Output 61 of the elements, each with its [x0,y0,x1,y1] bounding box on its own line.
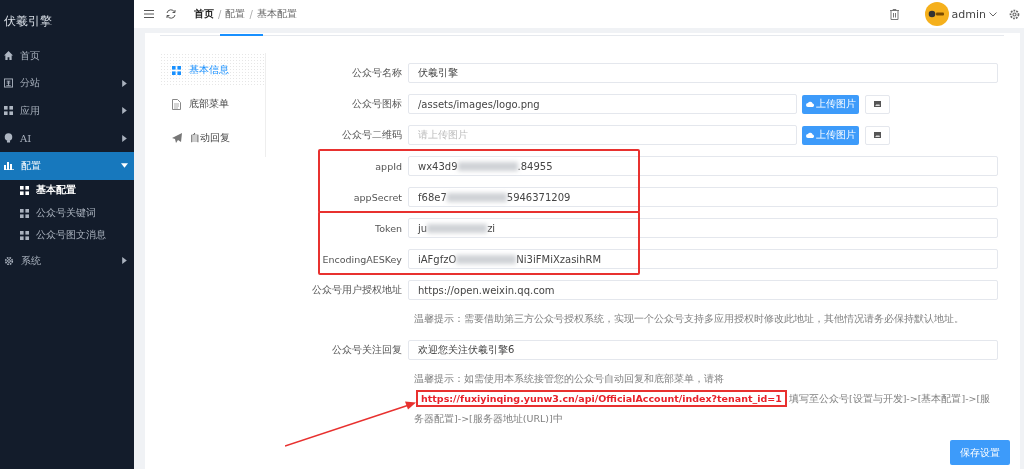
refresh-icon[interactable] [166,9,176,19]
avatar-icon[interactable] [924,2,949,26]
sidebar-item[interactable]: 首页 [0,42,134,70]
breadcrumb-link[interactable]: 配置 [225,7,246,21]
input-field[interactable]: https://open.weixin.qq.com [408,280,998,300]
input-field[interactable]: iAFgfzO Ni3iFMiXzasihRM [408,249,998,269]
cloud-icon [805,101,814,107]
image-icon [874,101,881,107]
grid-icon [20,208,29,218]
hint-text: 温馨提示：需要借助第三方公众号授权系统，实现一个公众号支持多应用授权时修改此地址，其他情况请务必保持默认地址。 [414,312,965,326]
side-tab[interactable]: 底部菜单 [160,87,265,121]
settings-icon[interactable] [1009,8,1020,20]
paper-plane-icon [172,133,182,143]
image-icon [874,132,881,138]
sidebar-item[interactable]: 分站 [0,69,134,97]
document-icon [172,98,181,110]
input-field[interactable]: /assets/images/logo.png [408,94,797,114]
building-icon [4,78,13,89]
chevron-down-icon[interactable] [989,11,997,17]
breadcrumb-link[interactable]: 基本配置 [256,7,297,21]
input-field[interactable]: 欢迎您关注伏羲引擎6 [408,340,998,360]
grid-icon [20,231,29,241]
image-preview-button[interactable] [865,94,890,114]
gear-icon [4,255,14,266]
brand-name: 伏羲引擎 [3,12,53,30]
field-label: appId [374,160,403,172]
sidebar-item[interactable]: 应用 [0,97,134,125]
field-label: Token [373,222,403,234]
submenu-item[interactable]: 基本配置 [0,179,134,202]
grid-icon [172,65,181,75]
bulb-icon [4,133,13,144]
submenu-item[interactable]: 公众号图文消息 [0,224,134,247]
bar-chart-icon [4,161,14,171]
menu-icon[interactable] [144,10,154,18]
trash-icon[interactable] [889,8,899,20]
field-label: 公众号关注回复 [331,343,403,357]
cloud-icon [805,132,814,138]
field-label: 公众号用户授权地址 [311,283,403,297]
breadcrumb-link[interactable]: 首页 [194,7,214,21]
tab-indicator [220,34,263,36]
field-label: EncodingAESKey [321,253,403,265]
field-label: 公众号二维码 [341,128,403,142]
sidebar-item[interactable]: 配置 [0,152,134,180]
sidebar-item[interactable]: 系统 [0,247,134,275]
side-tab[interactable]: 自动回复 [160,121,265,155]
submenu-item[interactable]: 公众号关键词 [0,202,134,225]
field-label: appSecret [352,191,403,203]
home-icon [4,51,13,61]
input-field[interactable]: ju zi [408,218,998,238]
grid-icon [4,106,13,116]
input-field[interactable]: wx43d9 .84955 [408,156,998,176]
image-preview-button[interactable] [865,125,890,145]
grid-icon [20,186,29,196]
breadcrumb-separator: / [218,8,222,20]
user-name[interactable]: admin [951,7,986,21]
field-label: 公众号图标 [351,97,403,111]
field-label: 公众号名称 [351,66,403,80]
input-field[interactable]: 伏羲引擎 [408,63,998,83]
sidebar-item[interactable]: AI [0,124,134,152]
input-field[interactable]: f68e7 5946371209 [408,187,998,207]
breadcrumb-separator: / [249,8,253,20]
